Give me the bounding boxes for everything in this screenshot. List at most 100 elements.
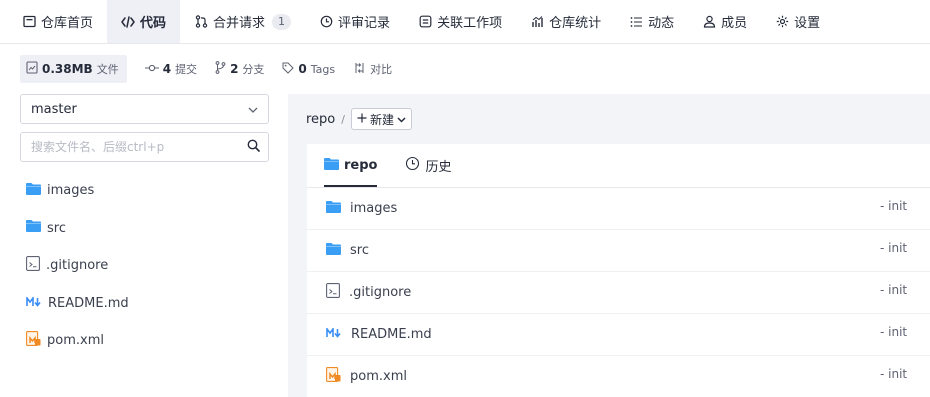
- repo-nav-bar: 仓库首页 代码 合并请求 1 评审记录 关联工作项 仓库统计 动态 成员 设置: [0, 0, 930, 44]
- breadcrumb-repo[interactable]: repo: [306, 112, 335, 127]
- folder-icon: [26, 182, 41, 199]
- tab-repo-home[interactable]: 仓库首页: [8, 0, 107, 43]
- breadcrumb: repo / 新建: [306, 108, 412, 130]
- file-name-cell: pom.xml: [326, 367, 407, 386]
- tab-review-records[interactable]: 评审记录: [305, 0, 404, 43]
- compare-link[interactable]: 对比: [353, 61, 392, 77]
- file-row[interactable]: pom.xml - init: [307, 356, 930, 397]
- tab-label: 关联工作项: [437, 16, 503, 31]
- branch-icon: [215, 61, 226, 77]
- folder-icon: [324, 157, 339, 174]
- file-name-cell: .gitignore: [326, 283, 411, 302]
- tree-item-label: README.md: [48, 295, 129, 311]
- tags-label: Tags: [310, 62, 336, 76]
- merge-icon: [194, 15, 208, 29]
- repo-size-value: 0.38MB: [42, 62, 93, 76]
- file-name[interactable]: .gitignore: [349, 285, 411, 300]
- member-icon: [702, 15, 716, 29]
- tab-code[interactable]: 代码: [107, 0, 181, 43]
- merge-count-badge: 1: [272, 13, 292, 30]
- tab-label: repo: [344, 158, 378, 173]
- file-row[interactable]: .gitignore - init: [307, 272, 930, 314]
- tab-label: 评审记录: [338, 16, 391, 31]
- tab-activity[interactable]: 动态: [615, 0, 688, 43]
- tab-merge-requests[interactable]: 合并请求 1: [180, 0, 305, 43]
- maven-file-icon: [326, 367, 341, 386]
- text-file-icon: [26, 256, 40, 275]
- branch-selector[interactable]: master: [20, 94, 269, 124]
- tab-settings[interactable]: 设置: [761, 0, 834, 43]
- file-name[interactable]: README.md: [351, 327, 432, 342]
- file-name[interactable]: src: [350, 243, 369, 258]
- file-search-box: [20, 132, 269, 162]
- tags-stat[interactable]: 0 Tags: [282, 62, 335, 77]
- settings-icon: [775, 15, 789, 29]
- tree-item-label: pom.xml: [47, 333, 104, 349]
- file-name[interactable]: pom.xml: [350, 369, 407, 384]
- branches-label: 分支: [242, 63, 265, 76]
- tab-label: 动态: [648, 16, 675, 31]
- commit-message: - init: [880, 241, 908, 255]
- folder-icon: [26, 220, 41, 236]
- file-search-input[interactable]: [31, 140, 231, 154]
- chevron-down-icon: [248, 102, 258, 117]
- history-icon: [405, 156, 420, 175]
- folder-icon: [326, 200, 341, 217]
- tree-item-label: src: [47, 220, 66, 236]
- repo-size-stat[interactable]: 0.38MB 文件: [20, 55, 127, 83]
- commit-message: - init: [880, 325, 908, 339]
- branches-count: 2: [230, 62, 239, 76]
- commits-label: 提交: [175, 63, 198, 76]
- tree-item-gitignore[interactable]: .gitignore: [26, 247, 266, 285]
- activity-icon: [629, 15, 643, 29]
- home-icon: [22, 15, 36, 29]
- commit-message: - init: [880, 199, 908, 213]
- tree-item-src[interactable]: src: [26, 210, 266, 248]
- plus-icon: [357, 112, 367, 126]
- file-browser-panel: repo / 新建 repo 历史 images - init src - in…: [288, 94, 930, 397]
- file-name-cell: images: [326, 200, 397, 217]
- branches-stat[interactable]: 2 分支: [215, 61, 264, 77]
- tab-label: 仓库统计: [549, 16, 602, 31]
- tab-label: 成员: [721, 16, 748, 31]
- tab-linked-workitems[interactable]: 关联工作项: [404, 0, 516, 43]
- file-name[interactable]: images: [350, 201, 397, 216]
- file-row[interactable]: README.md - init: [307, 314, 930, 356]
- file-list-card: repo 历史 images - init src - init .gitign…: [307, 144, 930, 397]
- code-icon: [121, 15, 135, 29]
- workitem-icon: [418, 15, 432, 29]
- folder-icon: [326, 242, 341, 259]
- commit-message: - init: [880, 283, 908, 297]
- commits-stat[interactable]: 4 提交: [144, 61, 198, 77]
- file-name-cell: src: [326, 242, 369, 259]
- chevron-down-icon: [397, 112, 406, 126]
- tab-label: 设置: [794, 16, 821, 31]
- tab-repo-files[interactable]: repo: [324, 144, 378, 187]
- maven-file-icon: [26, 331, 41, 350]
- tree-item-label: .gitignore: [46, 258, 109, 274]
- tab-label: 代码: [140, 16, 167, 31]
- file-row[interactable]: src - init: [307, 230, 930, 272]
- file-row[interactable]: images - init: [307, 188, 930, 230]
- new-file-label: 新建: [369, 112, 394, 127]
- tab-label: 合并请求: [213, 16, 266, 31]
- tree-item-pom[interactable]: pom.xml: [26, 322, 266, 360]
- tab-repo-stats[interactable]: 仓库统计: [516, 0, 615, 43]
- repo-size-label: 文件: [96, 63, 119, 76]
- tree-item-images[interactable]: images: [26, 172, 266, 210]
- markdown-icon: [326, 326, 342, 342]
- new-file-button[interactable]: 新建: [350, 108, 412, 130]
- file-name-cell: README.md: [326, 326, 432, 342]
- compare-icon: [353, 62, 366, 77]
- tab-label: 历史: [425, 160, 452, 175]
- tab-members[interactable]: 成员: [688, 0, 761, 43]
- commit-message: - init: [880, 367, 908, 381]
- tags-count: 0: [298, 62, 307, 76]
- compare-label: 对比: [370, 63, 393, 76]
- commits-count: 4: [162, 62, 172, 76]
- file-view-tabs: repo 历史: [307, 144, 930, 188]
- tree-item-readme[interactable]: README.md: [26, 285, 266, 323]
- tab-history[interactable]: 历史: [405, 144, 451, 187]
- file-tree: images src .gitignore README.md pom.xml: [26, 172, 266, 360]
- search-icon[interactable]: [247, 139, 260, 156]
